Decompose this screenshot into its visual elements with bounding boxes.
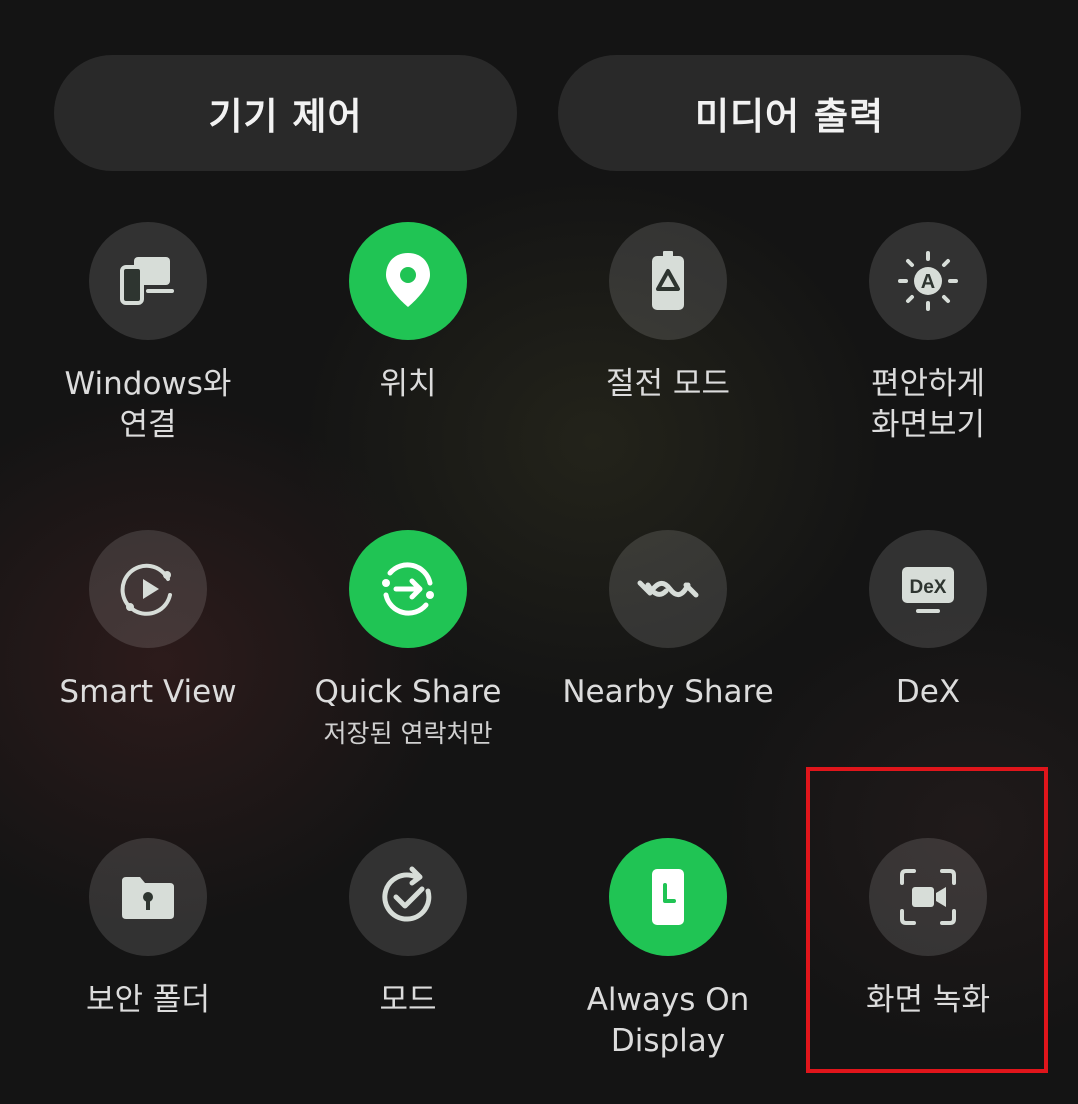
device-control-label: 기기 제어 <box>208 95 363 138</box>
smart-view-icon <box>120 563 172 616</box>
always-on-display-icon <box>652 869 684 925</box>
tile-secure-folder-toggle[interactable] <box>89 838 207 956</box>
tile-smart-view-toggle[interactable] <box>89 530 207 648</box>
tile-label: 절전 모드 <box>606 366 730 402</box>
tile-label: Windows와 연결 <box>64 366 232 443</box>
tile-label: Nearby Share <box>562 674 774 710</box>
tile-smart-view[interactable]: Smart View <box>18 530 278 713</box>
tile-dex[interactable]: DeX DeX <box>798 530 1058 713</box>
link-to-windows-icon <box>120 257 174 305</box>
tile-quick-share[interactable]: Quick Share 저장된 연락처만 <box>278 530 538 751</box>
tile-location[interactable]: 위치 <box>278 222 538 405</box>
tile-label: 모드 <box>379 982 437 1018</box>
tile-label: Smart View <box>59 674 237 710</box>
secure-folder-icon <box>122 877 174 919</box>
tile-always-on-display[interactable]: Always On Display <box>538 838 798 1062</box>
dex-icon-text: DeX <box>910 577 947 598</box>
tile-link-to-windows[interactable]: Windows와 연결 <box>18 222 278 446</box>
media-output-label: 미디어 출력 <box>694 95 885 138</box>
tile-eye-comfort-toggle[interactable]: A <box>869 222 987 340</box>
tile-power-saving[interactable]: 절전 모드 <box>538 222 798 405</box>
nearby-share-icon <box>637 580 699 598</box>
tile-modes[interactable]: 모드 <box>278 838 538 1021</box>
eye-comfort-brightness-icon: A <box>898 251 958 311</box>
tile-nearby-share-toggle[interactable] <box>609 530 727 648</box>
tile-label: Always On Display <box>586 982 750 1059</box>
tile-quick-share-toggle[interactable] <box>349 530 467 648</box>
tile-label: 위치 <box>379 366 437 402</box>
tile-label: 편안하게 화면보기 <box>870 366 986 443</box>
quick-share-icon <box>382 562 434 616</box>
highlight-box <box>806 767 1048 1073</box>
tile-sublabel: 저장된 연락처만 <box>323 719 493 748</box>
tile-always-on-display-toggle[interactable] <box>609 838 727 956</box>
tile-link-to-windows-toggle[interactable] <box>89 222 207 340</box>
tile-power-saving-toggle[interactable] <box>609 222 727 340</box>
location-pin-icon <box>386 253 430 307</box>
tile-dex-toggle[interactable]: DeX <box>869 530 987 648</box>
tile-label: 보안 폴더 <box>86 982 210 1018</box>
tile-modes-toggle[interactable] <box>349 838 467 956</box>
power-saving-battery-icon <box>652 251 684 310</box>
tile-secure-folder[interactable]: 보안 폴더 <box>18 838 278 1021</box>
media-output-button[interactable]: 미디어 출력 <box>558 55 1021 171</box>
modes-icon <box>382 866 432 922</box>
tile-label: Quick Share <box>314 674 502 710</box>
device-control-button[interactable]: 기기 제어 <box>54 55 517 171</box>
svg-text:A: A <box>921 271 935 293</box>
tile-nearby-share[interactable]: Nearby Share <box>538 530 798 713</box>
tile-location-toggle[interactable] <box>349 222 467 340</box>
tile-eye-comfort[interactable]: A 편안하게 화면보기 <box>798 222 1058 446</box>
dex-monitor-icon: DeX <box>902 567 954 613</box>
tile-label: DeX <box>895 674 961 710</box>
